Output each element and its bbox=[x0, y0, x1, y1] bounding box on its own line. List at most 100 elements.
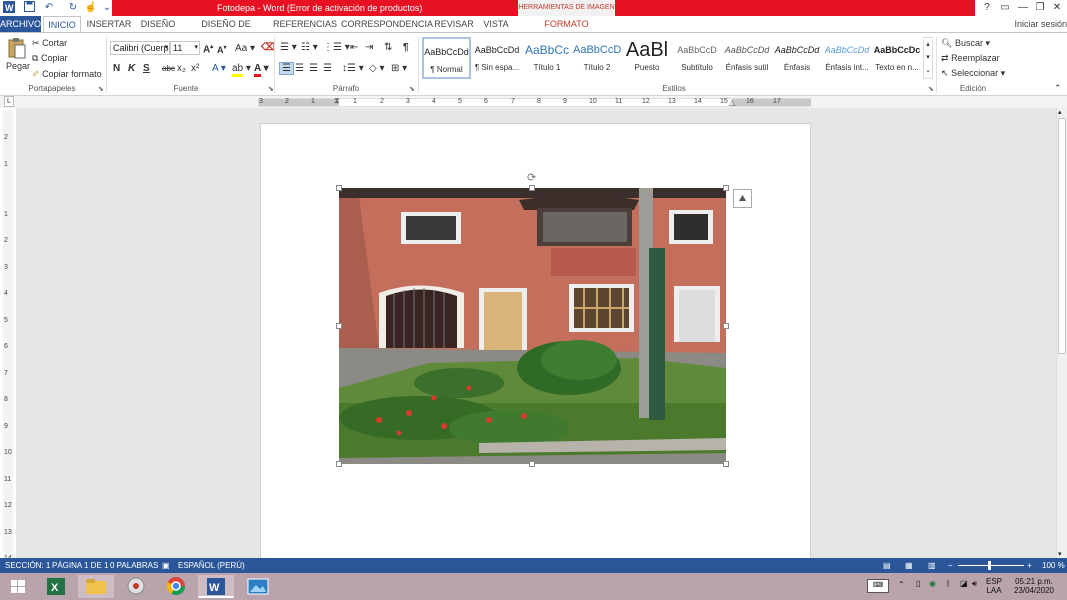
vertical-ruler[interactable]: 211234567891011121314 bbox=[3, 110, 13, 562]
network-icon[interactable]: ◪ bbox=[960, 579, 968, 588]
superscript-button[interactable]: x² bbox=[191, 63, 199, 74]
font-family-dropdown[interactable]: Calibri (Cuerp ▾ bbox=[110, 41, 170, 55]
word-logo-icon[interactable]: W bbox=[2, 1, 16, 15]
zoom-out-icon[interactable]: − bbox=[948, 558, 953, 573]
grow-font-button[interactable]: A▴ bbox=[203, 43, 213, 55]
highlight-button[interactable]: ab ▾ bbox=[232, 63, 251, 77]
change-case-button[interactable]: Aa ▾ bbox=[235, 43, 255, 54]
copy-button[interactable]: ⧉ Copiar bbox=[32, 53, 67, 64]
status-section[interactable]: SECCIÓN: 1 bbox=[5, 558, 50, 573]
rotate-handle-icon[interactable]: ⟳ bbox=[527, 171, 536, 184]
security-icon[interactable]: ◉ bbox=[929, 579, 936, 588]
tab-selector-icon[interactable]: L bbox=[4, 96, 14, 107]
tray-overflow-icon[interactable]: ⌃ bbox=[898, 580, 905, 589]
resize-handle-e[interactable] bbox=[723, 323, 729, 329]
style-texto-negrita[interactable]: AaBbCcDc Texto en n... bbox=[873, 37, 921, 79]
touch-mode-icon[interactable]: ☝ bbox=[84, 1, 98, 15]
increase-indent-icon[interactable]: ⇥ bbox=[365, 42, 373, 53]
decrease-indent-icon[interactable]: ⇤ bbox=[350, 42, 358, 53]
format-painter-button[interactable]: ✐ Copiar formato bbox=[32, 69, 102, 80]
font-size-dropdown[interactable]: 11 ▾ bbox=[170, 41, 200, 55]
vertical-scrollbar[interactable]: ▴ ▾ bbox=[1056, 108, 1067, 558]
indent-marker-icon[interactable]: ⧗ bbox=[334, 96, 340, 106]
tab-diseno[interactable]: DISEÑO bbox=[138, 16, 178, 32]
bluetooth-icon[interactable]: ᛒ bbox=[946, 579, 951, 588]
bold-button[interactable]: N bbox=[113, 63, 120, 74]
select-button[interactable]: ↖ Seleccionar ▾ bbox=[941, 68, 1005, 79]
tab-archivo[interactable]: ARCHIVO bbox=[0, 16, 41, 32]
sign-in-link[interactable]: Iniciar sesión bbox=[1014, 16, 1067, 32]
style-puesto[interactable]: AaBl Puesto bbox=[623, 37, 671, 79]
align-left-icon[interactable]: ☰ bbox=[279, 62, 294, 75]
photos-app-icon[interactable] bbox=[240, 575, 276, 598]
sort-icon[interactable]: ⇅ bbox=[384, 42, 392, 53]
volume-icon[interactable]: 🔊︎ bbox=[972, 579, 977, 589]
line-spacing-button[interactable]: ↕☰ ▾ bbox=[342, 63, 364, 74]
selected-picture[interactable] bbox=[339, 188, 726, 464]
ribbon-display-options-icon[interactable]: ▭ bbox=[996, 0, 1014, 16]
battery-icon[interactable]: ▯ bbox=[916, 579, 920, 588]
paragraph-launcher-icon[interactable]: ⬊ bbox=[409, 85, 415, 93]
scroll-up-icon[interactable]: ▴ bbox=[1058, 108, 1062, 116]
media-app-icon[interactable] bbox=[118, 575, 154, 598]
strikethrough-button[interactable]: abc bbox=[162, 64, 175, 73]
restore-icon[interactable]: ❐ bbox=[1031, 0, 1049, 16]
touch-keyboard-icon[interactable]: ⌨ bbox=[867, 579, 889, 593]
resize-handle-n[interactable] bbox=[529, 185, 535, 191]
style-enfasis-sutil[interactable]: AaBbCcDd Énfasis sutil bbox=[723, 37, 771, 79]
file-explorer-app-icon[interactable] bbox=[78, 575, 114, 598]
resize-handle-se[interactable] bbox=[723, 461, 729, 467]
status-language[interactable]: ESPAÑOL (PERÚ) bbox=[178, 558, 245, 573]
help-button[interactable]: ? bbox=[978, 0, 996, 16]
collapse-ribbon-icon[interactable]: ⌃ bbox=[1054, 83, 1062, 94]
scrollbar-thumb[interactable] bbox=[1058, 118, 1066, 354]
read-mode-icon[interactable]: ▤ bbox=[883, 558, 891, 573]
styles-launcher-icon[interactable]: ⬊ bbox=[928, 85, 934, 93]
minimize-icon[interactable]: — bbox=[1014, 0, 1032, 16]
print-layout-icon[interactable]: ▦ bbox=[905, 558, 913, 573]
save-icon[interactable] bbox=[22, 1, 36, 15]
style-titulo-1[interactable]: AaBbCc Título 1 bbox=[523, 37, 571, 79]
resize-handle-ne[interactable] bbox=[723, 185, 729, 191]
zoom-level[interactable]: 100 % bbox=[1042, 558, 1065, 573]
shading-button[interactable]: ◇ ▾ bbox=[369, 63, 385, 74]
zoom-slider-track[interactable] bbox=[958, 565, 1024, 566]
style-titulo-2[interactable]: AaBbCcD Título 2 bbox=[573, 37, 621, 79]
layout-options-icon[interactable]: ⛰ bbox=[733, 189, 752, 208]
styles-scroll[interactable]: ▴ ▾ ⌄ bbox=[923, 37, 933, 79]
style-enfasis[interactable]: AaBbCcDd Énfasis bbox=[773, 37, 821, 79]
excel-app-icon[interactable]: X bbox=[38, 575, 74, 598]
tab-formato[interactable]: FORMATO bbox=[517, 16, 616, 32]
shrink-font-button[interactable]: A▾ bbox=[217, 44, 227, 55]
multilevel-list-button[interactable]: ⋮☰ ▾ bbox=[323, 42, 350, 53]
clipboard-launcher-icon[interactable]: ⬊ bbox=[98, 85, 104, 93]
font-launcher-icon[interactable]: ⬊ bbox=[268, 85, 274, 93]
style-enfasis-intenso[interactable]: AaBbCcDd Énfasis int... bbox=[823, 37, 871, 79]
tab-vista[interactable]: VISTA bbox=[480, 16, 512, 32]
align-right-icon[interactable]: ☰ bbox=[309, 63, 318, 74]
proofing-icon[interactable]: ▣ bbox=[162, 558, 170, 573]
chrome-app-icon[interactable] bbox=[158, 575, 194, 598]
font-color-button[interactable]: A ▾ bbox=[254, 63, 269, 77]
status-words[interactable]: 0 PALABRAS bbox=[110, 558, 158, 573]
italic-button[interactable]: K bbox=[128, 63, 135, 74]
word-app-icon[interactable]: W bbox=[198, 575, 234, 598]
resize-handle-w[interactable] bbox=[336, 323, 342, 329]
align-center-icon[interactable]: ☰ bbox=[295, 63, 304, 74]
undo-icon[interactable]: ↶ bbox=[42, 1, 56, 15]
resize-handle-nw[interactable] bbox=[336, 185, 342, 191]
numbering-button[interactable]: ☷ ▾ bbox=[301, 42, 318, 53]
subscript-button[interactable]: x₂ bbox=[177, 63, 186, 74]
text-effects-button[interactable]: A ▾ bbox=[212, 63, 226, 74]
style-subtitulo[interactable]: AaBbCcD Subtítulo bbox=[673, 37, 721, 79]
style-sin-espaciado[interactable]: AaBbCcDd ¶ Sin espa... bbox=[473, 37, 521, 79]
underline-button[interactable]: S bbox=[143, 63, 150, 74]
horizontal-ruler[interactable]: L 3 2 1 1 2 3 4 5 6 7 8 9 10 11 12 13 14 15 16 17 ⧗ △ bbox=[0, 96, 1067, 108]
tab-inicio[interactable]: INICIO bbox=[43, 16, 81, 32]
bullets-button[interactable]: ☰ ▾ bbox=[280, 42, 297, 53]
zoom-slider-thumb[interactable] bbox=[988, 561, 991, 570]
cut-button[interactable]: ✂ Cortar bbox=[32, 38, 67, 49]
close-icon[interactable]: ✕ bbox=[1048, 0, 1066, 16]
windows-start-button[interactable] bbox=[0, 575, 36, 598]
tab-revisar[interactable]: REVISAR bbox=[433, 16, 475, 32]
